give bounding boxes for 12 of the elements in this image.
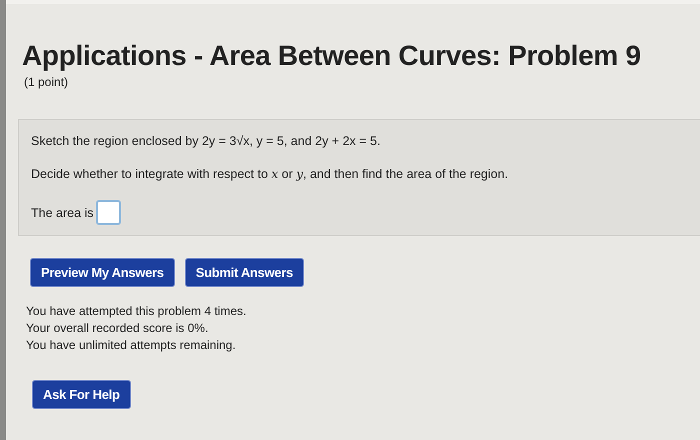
page-title: Applications - Area Between Curves: Problem 9 xyxy=(22,40,642,72)
answer-field[interactable] xyxy=(96,200,121,225)
attempt-message: Your overall recorded score is 0%. xyxy=(26,320,208,337)
help-button[interactable]: Ask For Help xyxy=(32,380,131,409)
points-label: (1 point) xyxy=(24,75,70,89)
answer-label: The area is xyxy=(31,206,94,220)
problem-instruction: Decide whether to integrate with respect to x or y, and then find the area of the region. xyxy=(31,167,510,181)
preview-button[interactable]: Preview My Answers xyxy=(30,258,175,287)
submit-button[interactable]: Submit Answers xyxy=(184,258,304,287)
attempt-message: You have attempted this problem 4 times. xyxy=(26,303,246,320)
attempt-message: You have unlimited attempts remaining. xyxy=(26,337,236,354)
problem-statement: Sketch the region enclosed by 2y = 3√x, y = 5, and 2y + 2x = 5. xyxy=(31,134,382,148)
